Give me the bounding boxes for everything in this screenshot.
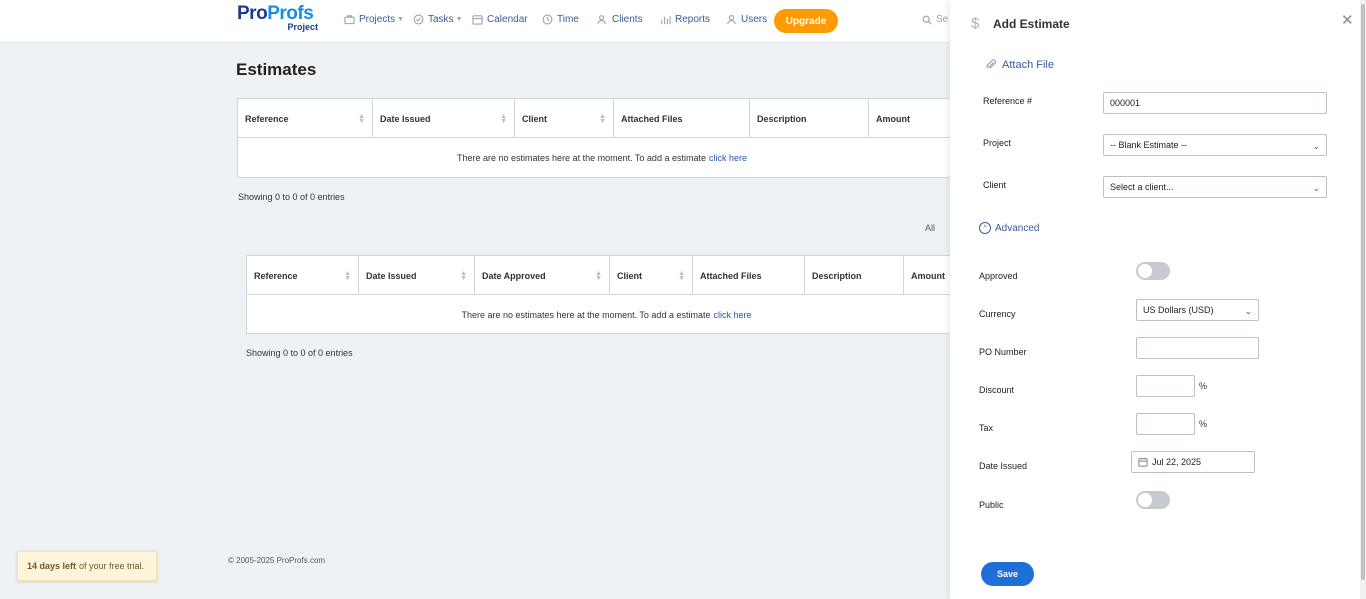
tax-input[interactable] [1136,413,1195,435]
reference-label: Reference # [983,96,1033,106]
discount-input[interactable] [1136,375,1195,397]
filter-all[interactable]: All [925,223,935,233]
column-description[interactable]: Description [750,99,869,138]
nav-reports[interactable]: Reports [660,14,710,25]
proprofs-logo[interactable]: ProProfs Project [237,4,321,34]
tax-percent: % [1199,419,1208,429]
sort-icon: ▲ ▼ [358,112,365,125]
project-select[interactable]: -- Blank Estimate -- ⌄ [1103,134,1327,156]
panel-title: Add Estimate [993,17,1070,31]
caret-down-icon: ▼ [397,16,405,23]
discount-percent: % [1199,381,1208,391]
public-label: Public [979,500,1004,510]
estimates-table: Reference ▲ ▼ Date Issued ▲ ▼ Client ▲ ▼ Attac… [237,98,967,178]
chevron-up-icon: ^ [979,222,991,234]
logo-subtitle: Project [287,22,318,32]
scrollbar-track[interactable] [1360,0,1366,599]
discount-label: Discount [979,385,1015,395]
approved-toggle[interactable] [1136,262,1170,280]
public-toggle[interactable] [1136,491,1170,509]
table-info: Showing 0 to 0 of 0 entries [246,348,353,358]
user-icon [727,15,736,25]
briefcase-icon [344,15,355,25]
chevron-down-icon: ⌄ [1312,183,1320,193]
approved-estimates-table: Reference ▲ ▼ Date Issued ▲ ▼ Date Approved ▲… [246,255,967,334]
page-title: Estimates [236,60,317,79]
tax-label: Tax [979,423,994,433]
po-number-input[interactable] [1136,337,1259,359]
close-icon[interactable]: ✕ [1341,13,1354,28]
search-box[interactable]: Se [922,14,948,25]
column-date-issued[interactable]: Date Issued ▲ ▼ [373,99,515,138]
calendar-icon [472,15,483,25]
sort-icon: ▲ ▼ [599,112,606,125]
add-estimate-panel: $ Add Estimate ✕ Attach File Reference #… [950,0,1366,599]
table-empty-row: There are no estimates here at the momen… [461,309,752,320]
save-button[interactable]: Save [981,562,1034,586]
column-attached-files[interactable]: Attached Files [614,99,750,138]
dollar-icon: $ [971,15,980,32]
nav-time[interactable]: Time [542,14,579,25]
po-number-label: PO Number [979,347,1027,357]
upgrade-button[interactable]: Upgrade [774,9,838,33]
scrollbar-thumb[interactable] [1361,4,1365,580]
add-estimate-link[interactable]: click here [713,310,751,320]
clients-icon [597,15,606,25]
nav-clients[interactable]: Clients [597,14,643,25]
attach-file-button[interactable]: Attach File [985,59,1054,71]
nav-projects[interactable]: Projects ▼ [344,14,404,25]
reference-input[interactable]: 000001 [1103,92,1327,114]
chevron-down-icon: ⌄ [1244,306,1252,316]
nav-tasks[interactable]: Tasks ▼ [413,14,463,25]
table-header: Reference ▲ ▼ Date Issued ▲ ▼ Date Approved ▲… [247,256,966,295]
column-reference[interactable]: Reference ▲ ▼ [247,256,359,295]
trial-banner[interactable]: 14 days left of your free trial. [17,551,157,581]
sort-icon: ▲ ▼ [595,269,602,282]
client-label: Client [983,180,1007,190]
add-estimate-link[interactable]: click here [709,153,747,163]
advanced-toggle[interactable]: ^ Advanced [979,222,1039,234]
toggle-knob [1138,264,1152,278]
footer-copyright: © 2005-2025 ProProfs.com [228,556,326,565]
paperclip-icon [986,59,997,69]
project-label: Project [983,138,1012,148]
date-issued-input[interactable]: Jul 22, 2025 [1131,451,1255,473]
bar-chart-icon [661,15,671,25]
column-attached-files[interactable]: Attached Files [693,256,805,295]
client-select[interactable]: Select a client... ⌄ [1103,176,1327,198]
table-header: Reference ▲ ▼ Date Issued ▲ ▼ Client ▲ ▼ Attac… [238,99,966,138]
column-description[interactable]: Description [805,256,904,295]
column-client[interactable]: Client ▲ ▼ [610,256,693,295]
column-reference[interactable]: Reference ▲ ▼ [238,99,373,138]
check-circle-icon [413,14,424,25]
clock-icon [542,14,553,25]
calendar-icon [1138,457,1148,467]
currency-select[interactable]: US Dollars (USD) ⌄ [1136,299,1259,321]
table-info: Showing 0 to 0 of 0 entries [238,192,345,202]
date-issued-label: Date Issued [979,461,1028,471]
sort-icon: ▲ ▼ [678,269,685,282]
sort-icon: ▲ ▼ [460,269,467,282]
column-client[interactable]: Client ▲ ▼ [515,99,614,138]
approved-label: Approved [979,271,1018,281]
chevron-down-icon: ⌄ [1312,141,1320,151]
currency-label: Currency [979,309,1016,319]
caret-down-icon: ▼ [455,16,463,23]
nav-users[interactable]: Users [726,14,767,25]
column-date-approved[interactable]: Date Approved ▲ ▼ [475,256,610,295]
sort-icon: ▲ ▼ [344,269,351,282]
toggle-knob [1138,493,1152,507]
search-icon [922,15,932,25]
sort-icon: ▲ ▼ [500,112,507,125]
nav-calendar[interactable]: Calendar [472,14,528,25]
column-date-issued[interactable]: Date Issued ▲ ▼ [359,256,475,295]
table-empty-row: There are no estimates here at the momen… [457,152,747,163]
